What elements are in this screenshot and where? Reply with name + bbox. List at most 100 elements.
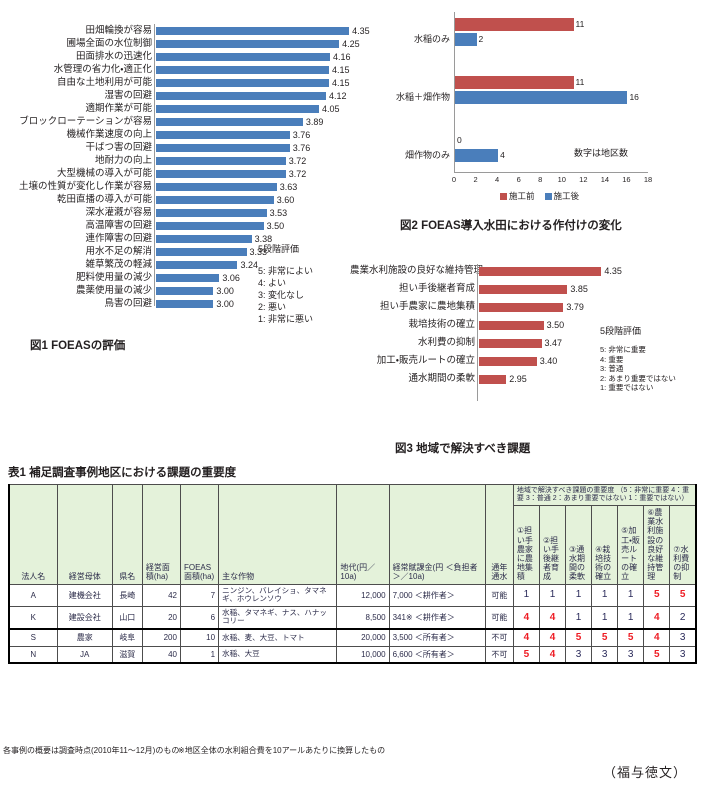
figure3-legend: 5段階評価 5: 非常に重要 4: 重要 3: 普通 2: あまり重要ではない …: [600, 325, 676, 393]
figure1-bar: [156, 182, 277, 191]
figure1-bar-value: 4.16: [333, 51, 351, 62]
figure2-x-tick: 12: [579, 175, 588, 184]
figure1-bar-value: 3.00: [216, 285, 234, 296]
figure1-bar-row: 雑草繁茂の軽減 3.24: [0, 258, 400, 271]
figure1-bar: [156, 221, 264, 230]
cell-main-crops: ニンジン、バレイショ、タマネギ、ホウレンソウ: [218, 583, 338, 607]
cell-issue-score-7: 5: [669, 583, 698, 607]
figure1-category-label: 圃場全面の水位制御: [66, 37, 152, 49]
th-issue-1: ①担い手農家に農地集積: [512, 505, 540, 585]
figure2-bar-value: 0: [457, 135, 462, 145]
figure2-legend-item: 施工後: [544, 190, 579, 202]
cell-issue-score-6: 5: [643, 645, 671, 665]
figure3-bar-value: 3.47: [544, 338, 563, 348]
cell-company: A: [7, 583, 58, 607]
cell-company: S: [7, 628, 58, 647]
figure1-legend-item-4: 4: よい: [258, 278, 287, 288]
figure3-caption: 図3 地域で解決すべき課題: [395, 443, 531, 455]
figure1-bar-value: 4.12: [329, 90, 347, 101]
cell-main-crops: 水稲、麦、大豆、トマト: [218, 628, 338, 647]
figure1-bar: [156, 260, 238, 269]
cell-issue-score-7: 3: [669, 645, 698, 665]
figure1-bar: [156, 65, 330, 74]
cell-issue-score-3: 3: [565, 645, 593, 665]
cell-issue-score-2: 1: [538, 583, 567, 607]
figure2-bar-chart: 水稲のみ 11 2 水稲＋畑作物 11 16 畑作物のみ 0 4 0 2 4 6 8 10 12 14 16 18 数…: [396, 6, 700, 206]
figure2-bar-after: [455, 149, 499, 162]
figure2-legend-item: 施工前: [500, 190, 535, 202]
figure3-category-label: 栽培技術の確立: [408, 319, 475, 331]
cell-farm-area: 20: [141, 605, 181, 631]
cell-farm-area: 42: [141, 583, 181, 607]
figure1-category-label: 深水灌漑が容易: [85, 206, 152, 218]
figure1-bar-row: 農薬使用量の減少 3.00: [0, 284, 400, 297]
figure1-bar-row: 機械作業速度の向上 3.76: [0, 128, 400, 141]
cell-levy: 3,500 ＜所有者＞: [388, 628, 486, 647]
figure1-bar-value: 4.25: [342, 38, 360, 49]
th-company: 法人名: [7, 484, 58, 585]
author-credit: （福与徳文）: [602, 765, 687, 780]
cell-issue-score-6: 4: [643, 628, 671, 647]
figure1-category-label: 田面排水の迅速化: [75, 50, 152, 62]
figure2-bar-before: [455, 76, 574, 89]
th-issue-5: ⑤加工・販売ルートの確立: [617, 505, 645, 585]
cell-land-rent: 8,500: [336, 605, 390, 631]
figure2-bar-value: 11: [575, 77, 585, 87]
figure1-bar-value: 3.53: [269, 207, 288, 218]
figure1-category-label: ブロックローテーションが容易: [19, 115, 152, 127]
figure1-category-label: 農薬使用量の減少: [75, 284, 152, 296]
figure2-legend-swatch: [544, 192, 552, 200]
figure1-bar-row: 湿害の回避 4.12: [0, 89, 400, 102]
figure1-category-label: 連作障害の回避: [85, 232, 152, 244]
figure1-bar: [156, 78, 330, 87]
figure1-bar: [156, 52, 331, 61]
figure3-category-label: 担い手後継者育成: [398, 283, 475, 295]
th-issue-3: ③通水期間の柔軟: [565, 505, 593, 585]
th-prefecture: 県名: [111, 484, 143, 585]
figure3-legend-item-1: 1: 重要ではない: [600, 383, 654, 392]
figure1-bar-row: 深水灌漑が容易 3.53: [0, 206, 400, 219]
cell-business-body: JA: [56, 645, 113, 665]
figure3-axis-line: [477, 264, 478, 401]
figure1-bar-value: 3.63: [279, 181, 298, 192]
figure2-bar-after: [455, 33, 477, 46]
cell-year-round-water: 可能: [484, 583, 514, 607]
figure1-legend-title: 5段階評価: [258, 244, 300, 254]
figure3-category-label: 通水期間の柔軟: [408, 373, 475, 385]
figure1-bar-row: 乾田直播の導入が可能 3.60: [0, 193, 400, 206]
cell-issue-score-1: 5: [512, 645, 540, 665]
figure1-bar-row: 鳥害の回避 3.00: [0, 297, 400, 310]
figure2-x-tick: 10: [557, 175, 566, 184]
figure3-category-label: 加工・販売ルートの確立: [376, 355, 475, 367]
figure1-category-label: 地耐力の向上: [94, 154, 152, 166]
cell-levy: 6,600 ＜所有者＞: [388, 645, 486, 665]
cell-issue-score-7: 3: [669, 628, 698, 647]
figure2-bar-value: 2: [478, 34, 484, 44]
th-farm-area: 経営面積(ha): [141, 484, 181, 585]
table-row: A 建機会社 長崎 42 7 ニンジン、バレイショ、タマネギ、ホウレンソウ 12,000 7,…: [7, 583, 698, 607]
figure1-bar: [156, 234, 252, 243]
figure2-category-label: 水稲＋畑作物: [395, 92, 450, 102]
figure2-bar-after: [455, 91, 628, 104]
cell-issue-score-3: 1: [565, 583, 593, 607]
cell-issue-score-3: 1: [565, 605, 593, 631]
figure1-bar-value: 4.15: [332, 64, 350, 75]
figure1-bar: [156, 299, 214, 308]
figure3-bar-value: 3.85: [570, 284, 588, 294]
cell-issue-score-4: 1: [591, 583, 619, 607]
figure1-bar: [156, 156, 286, 165]
cell-land-rent: 12,000: [336, 583, 390, 607]
figure1-bar: [156, 195, 274, 204]
figure3-bar: [479, 284, 568, 294]
cell-issue-score-1: 1: [512, 583, 540, 607]
cell-issue-score-5: 1: [617, 583, 645, 607]
table1-head: 法人名 経営母体 県名 経営面積(ha) FOEAS面積(ha) 主な作物 地代…: [7, 483, 698, 585]
cell-land-rent: 10,000: [336, 645, 390, 665]
figure2-category-label: 水稲のみ: [413, 34, 450, 44]
figure1-bar-value: 3.89: [305, 116, 324, 127]
figure1-category-label: 干ばつ害の回避: [85, 141, 152, 153]
figure3-bar-row: 担い手後継者育成 3.85: [350, 280, 705, 298]
figure1-bar-row: 田畑輪換が容易 4.35: [0, 24, 400, 37]
cell-foeas-area: 6: [179, 605, 220, 631]
th-land-rent: 地代(円／10a): [336, 484, 390, 585]
